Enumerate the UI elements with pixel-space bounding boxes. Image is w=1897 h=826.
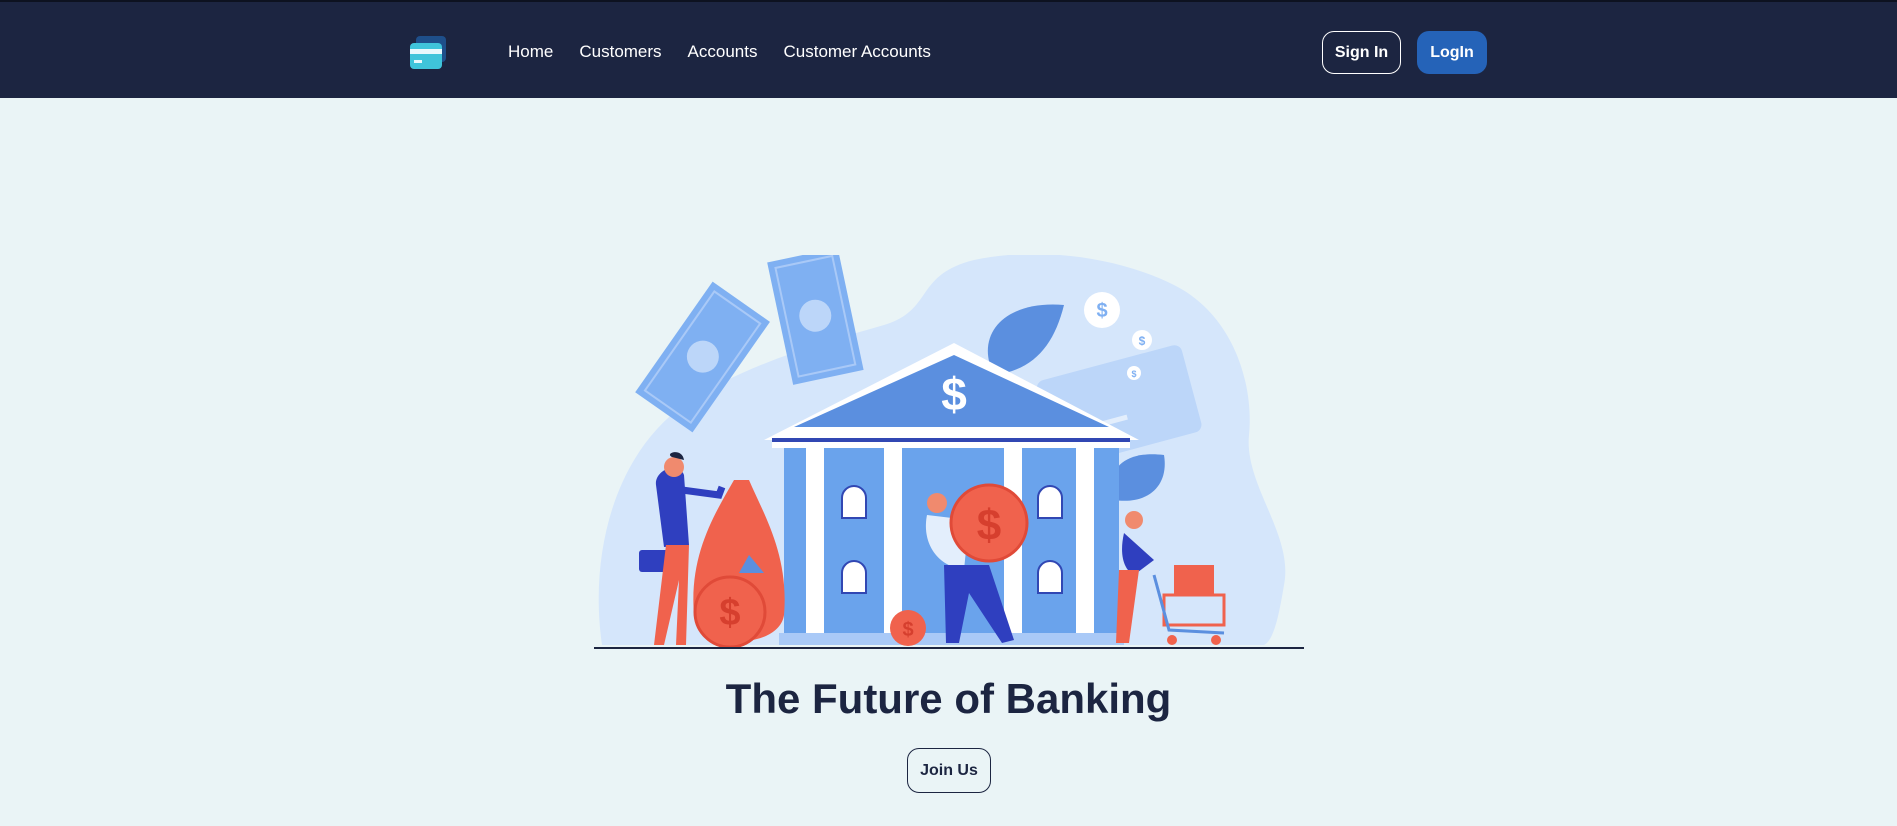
nav-link-home[interactable]: Home [508, 42, 553, 62]
join-us-button[interactable]: Join Us [907, 748, 991, 793]
svg-text:$: $ [902, 619, 913, 641]
svg-text:$: $ [1131, 369, 1136, 379]
nav-link-customers[interactable]: Customers [579, 42, 661, 62]
ground-line [594, 647, 1304, 649]
nav-link-accounts[interactable]: Accounts [688, 42, 758, 62]
login-button[interactable]: LogIn [1417, 31, 1487, 74]
bank-building-illustration: $ $ $ $ $ $ $ [598, 255, 1286, 649]
sign-in-button[interactable]: Sign In [1322, 31, 1401, 74]
credit-card-icon[interactable] [410, 36, 446, 70]
svg-text:$: $ [1096, 300, 1107, 322]
top-navbar: Home Customers Accounts Customer Account… [0, 0, 1897, 98]
svg-text:$: $ [977, 501, 1001, 550]
svg-text:$: $ [1139, 334, 1146, 348]
nav-link-customer-accounts[interactable]: Customer Accounts [783, 42, 930, 62]
svg-text:$: $ [719, 592, 740, 634]
nav-links: Home Customers Accounts Customer Account… [508, 42, 931, 62]
hero-title: The Future of Banking [725, 675, 1172, 722]
svg-text:$: $ [941, 368, 967, 420]
